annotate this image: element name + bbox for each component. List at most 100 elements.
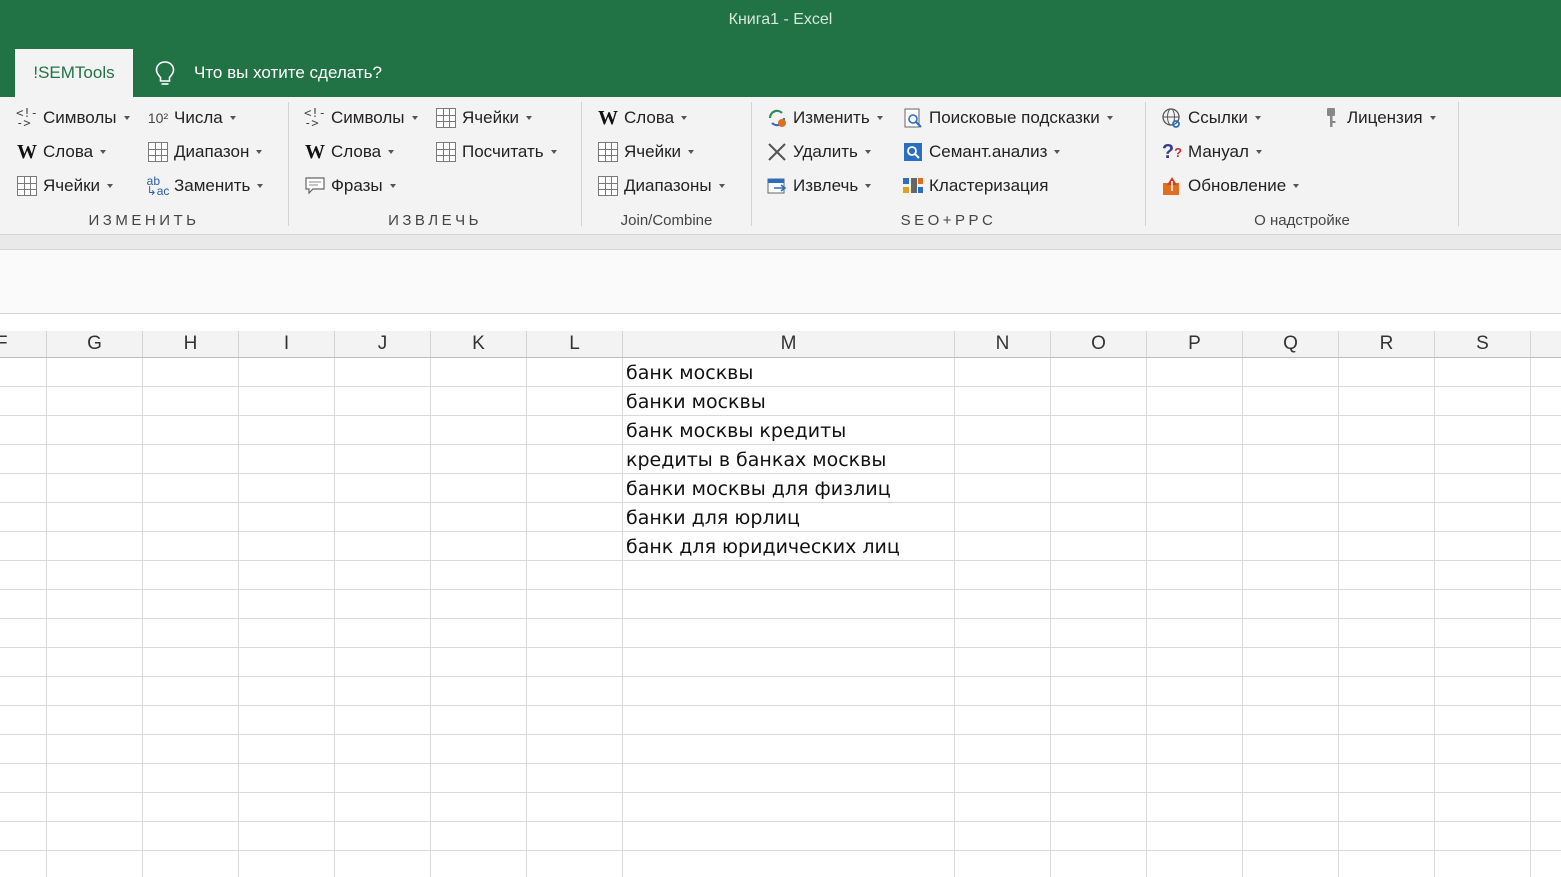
group-join: W Слова Ячейки Диапазоны Join/Combine (582, 97, 751, 234)
change-range-button[interactable]: Диапазон (147, 138, 263, 166)
magnifier-doc-icon (904, 143, 922, 161)
about-manual-button[interactable]: ?? Мануал (1161, 138, 1262, 166)
ribbon-collapse-bar (0, 234, 1561, 250)
cell-m3[interactable]: банк москвы кредиты (626, 416, 846, 445)
tell-me-box[interactable]: Что вы хотите сделать? (152, 58, 382, 88)
search-doc-icon (904, 108, 922, 128)
title-bar: Книга1 - Excel !SEMTools Что вы хотите с… (0, 0, 1561, 97)
extract-icon (767, 178, 787, 194)
grid-icon (597, 141, 619, 163)
group-title-join: Join/Combine (620, 212, 713, 229)
seo-modify-button[interactable]: Изменить (766, 104, 883, 132)
dropdown-arrow-icon (688, 150, 695, 154)
column-header-h[interactable]: H (143, 331, 239, 358)
column-header-k[interactable]: K (431, 331, 527, 358)
ribbon: <!- -> Символы 10² Числа W Слова Диапазон… (0, 97, 1561, 234)
seo-semantic-analysis-button[interactable]: Семант.анализ (902, 138, 1061, 166)
dropdown-arrow-icon (681, 116, 688, 120)
change-numbers-button[interactable]: 10² Числа (147, 104, 236, 132)
join-ranges-button[interactable]: Диапазоны (597, 172, 725, 200)
column-header-i[interactable]: I (239, 331, 335, 358)
cell-m2[interactable]: банки москвы (626, 387, 766, 416)
dropdown-arrow-icon (1255, 150, 1262, 154)
dropdown-arrow-icon (1054, 150, 1061, 154)
dropdown-arrow-icon (388, 150, 395, 154)
column-header-l[interactable]: L (527, 331, 623, 358)
column-header-partial[interactable] (1531, 331, 1561, 358)
group-title-extract: ИЗВЛЕЧЬ (388, 212, 482, 229)
speech-bubble-icon (305, 177, 325, 195)
grid-icon (435, 107, 457, 129)
dropdown-arrow-icon (107, 184, 114, 188)
extract-words-button[interactable]: W Слова (304, 138, 395, 166)
cell-m5[interactable]: банки москвы для физлиц (626, 474, 891, 503)
column-header-g[interactable]: G (47, 331, 143, 358)
group-about: Ссылки Лицензия ?? Мануал Обновление О н… (1146, 97, 1458, 234)
join-words-button[interactable]: W Слова (597, 104, 688, 132)
change-words-button[interactable]: W Слова (16, 138, 107, 166)
dropdown-arrow-icon (1429, 116, 1436, 120)
numbers-icon: 10² (147, 110, 169, 126)
seo-delete-button[interactable]: Удалить (766, 138, 871, 166)
column-header-q[interactable]: Q (1243, 331, 1339, 358)
extract-phrases-button[interactable]: Фразы (304, 172, 396, 200)
change-replace-button[interactable]: ab ↳ac Заменить (146, 172, 264, 200)
column-header-r[interactable]: R (1339, 331, 1435, 358)
group-title-about: О надстройке (1254, 212, 1350, 229)
key-icon (1327, 108, 1336, 127)
word-w-icon: W (598, 106, 618, 129)
change-symbols-button[interactable]: <!- -> Символы (16, 104, 130, 132)
dropdown-arrow-icon (718, 184, 725, 188)
cell-m6[interactable]: банки для юрлиц (626, 503, 800, 532)
dropdown-arrow-icon (864, 150, 871, 154)
cell-m1[interactable]: банк москвы (626, 358, 753, 387)
group-title-change: ИЗМЕНИТЬ (88, 212, 200, 229)
tab-semtools[interactable]: !SEMTools (15, 49, 133, 97)
cluster-icon (903, 178, 923, 193)
dropdown-arrow-icon (550, 150, 557, 154)
dropdown-arrow-icon (100, 150, 107, 154)
column-header-n[interactable]: N (955, 331, 1051, 358)
extract-symbols-button[interactable]: <!- -> Символы (304, 104, 418, 132)
sheet-top-gap (0, 314, 1561, 331)
dropdown-arrow-icon (1293, 184, 1300, 188)
dropdown-arrow-icon (865, 184, 872, 188)
dropdown-arrow-icon (526, 116, 533, 120)
group-title-seo-ppc: SEO+PPC (900, 212, 997, 229)
column-header-p[interactable]: P (1147, 331, 1243, 358)
formula-bar-area[interactable] (0, 250, 1561, 314)
refresh-gear-icon (768, 109, 786, 127)
abc-replace-icon: ab ↳ac (146, 174, 170, 198)
change-cells-button[interactable]: Ячейки (16, 172, 114, 200)
dropdown-arrow-icon (389, 184, 396, 188)
group-divider (1458, 102, 1459, 226)
cell-m4[interactable]: кредиты в банках москвы (626, 445, 886, 474)
about-links-button[interactable]: Ссылки (1161, 104, 1261, 132)
seo-clustering-button[interactable]: Кластеризация (902, 172, 1048, 200)
column-header-s[interactable]: S (1435, 331, 1531, 358)
globe-link-icon (1162, 108, 1180, 128)
about-license-button[interactable]: Лицензия (1320, 104, 1436, 132)
window-title: Книга1 - Excel (728, 11, 833, 28)
group-change: <!- -> Символы 10² Числа W Слова Диапазон… (0, 97, 288, 234)
column-header-f[interactable]: F (0, 331, 47, 358)
column-header-o[interactable]: O (1051, 331, 1147, 358)
seo-search-suggest-button[interactable]: Поисковые подсказки (902, 104, 1113, 132)
question-icon: ?? (1161, 140, 1183, 163)
seo-extract-button[interactable]: Извлечь (766, 172, 872, 200)
extract-cells-button[interactable]: Ячейки (435, 104, 533, 132)
dropdown-arrow-icon (1106, 116, 1113, 120)
column-header-j[interactable]: J (335, 331, 431, 358)
join-cells-button[interactable]: Ячейки (597, 138, 695, 166)
group-seo-ppc: Изменить Поисковые подсказки Удалить Сем… (752, 97, 1145, 234)
dropdown-arrow-icon (257, 184, 264, 188)
dropdown-arrow-icon (876, 116, 883, 120)
grid-icon (435, 141, 457, 163)
symbols-icon: <!- -> (304, 106, 326, 130)
column-header-m[interactable]: M (623, 331, 955, 358)
cell-m7[interactable]: банк для юридических лиц (626, 532, 900, 561)
dropdown-arrow-icon (256, 150, 263, 154)
group-extract: <!- -> Символы Ячейки W Слова Посчитать Ф… (289, 97, 581, 234)
about-update-button[interactable]: Обновление (1161, 172, 1300, 200)
extract-count-button[interactable]: Посчитать (435, 138, 557, 166)
